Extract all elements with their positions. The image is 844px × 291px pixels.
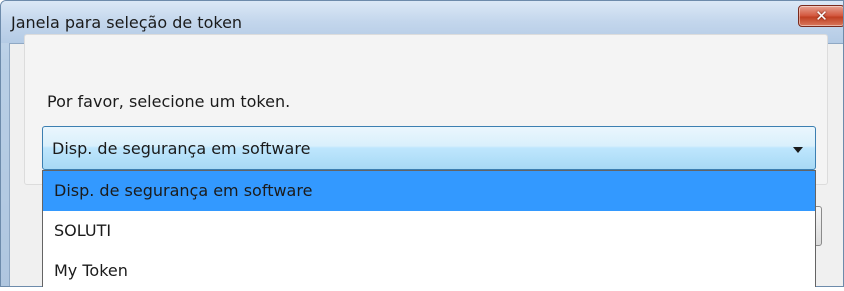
close-button[interactable]: ✕ — [798, 5, 843, 27]
dropdown-option-my-token[interactable]: My Token — [43, 251, 815, 291]
close-icon: ✕ — [815, 7, 828, 25]
prompt-label: Por favor, selecione um token. — [47, 92, 291, 111]
window-title: Janela para seleção de token — [11, 13, 243, 32]
chevron-down-icon[interactable] — [793, 147, 803, 153]
dropdown-option-software[interactable]: Disp. de segurança em software — [43, 171, 815, 211]
token-select-value: Disp. de segurança em software — [52, 139, 311, 158]
dropdown-option-soluti[interactable]: SOLUTI — [43, 211, 815, 251]
token-dropdown-list: Disp. de segurança em software SOLUTI My… — [42, 170, 816, 287]
token-select[interactable]: Disp. de segurança em software — [42, 126, 816, 170]
